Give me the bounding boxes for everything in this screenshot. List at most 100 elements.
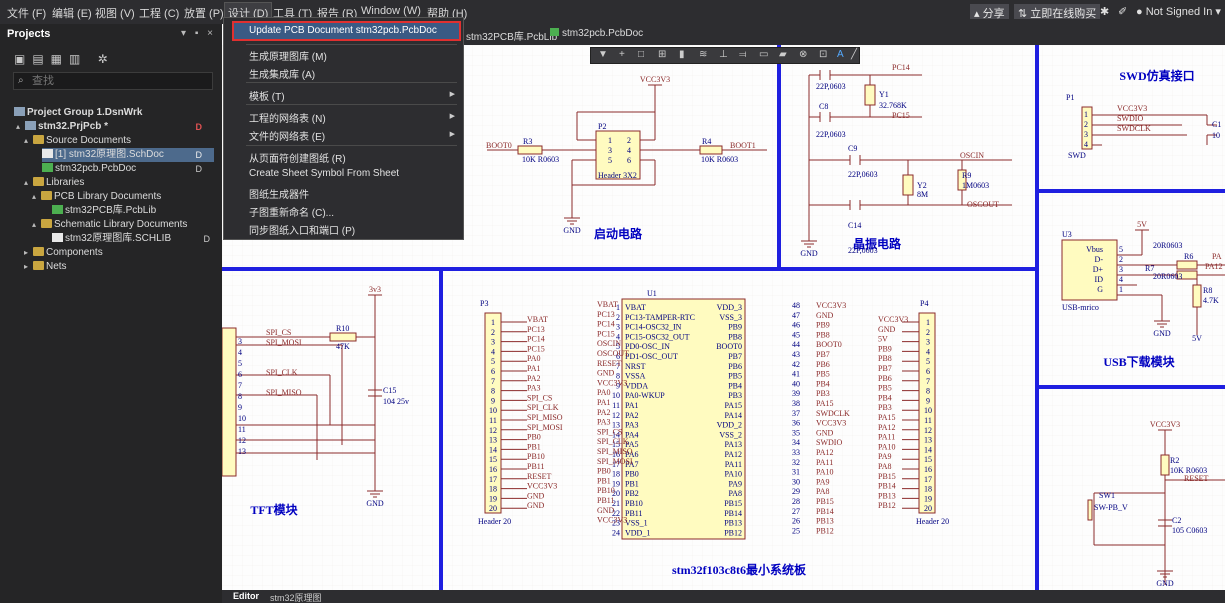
expand-icon[interactable]: ▴: [16, 120, 25, 134]
menu-place[interactable]: 放置 (P): [184, 5, 224, 21]
net-label: SWDCLK: [1117, 124, 1151, 133]
net-label: SPI_CLK: [597, 437, 629, 446]
expand-icon[interactable]: ▴: [32, 218, 41, 232]
pin-number: 46: [792, 321, 800, 330]
mcu-pin-name: PA2: [625, 411, 639, 420]
tree-schlib-docs[interactable]: ▴ Schematic Library Documents: [32, 218, 187, 232]
tree-source-docs[interactable]: ▴ Source Documents: [24, 134, 131, 148]
make-schematic-library-item[interactable]: 生成原理图库 (M): [249, 48, 327, 63]
tab-pcblib[interactable]: stm32PCB库.PcbLib: [466, 28, 557, 43]
pin-number: 48: [792, 301, 800, 310]
no-erc-icon[interactable]: ⊗: [799, 49, 807, 60]
usb-pin-name: D-: [1095, 255, 1104, 264]
create-sheet-symbol-item[interactable]: Create Sheet Symbol From Sheet: [249, 168, 399, 179]
tree-schlib[interactable]: stm32原理图库.SCHLIB D: [52, 232, 214, 246]
tools-icon[interactable]: ✐: [1118, 5, 1127, 18]
make-integrated-library-item[interactable]: 生成集成库 (A): [249, 66, 315, 81]
pin-number: 43: [792, 350, 800, 359]
boot-header-ref: P2: [598, 122, 606, 131]
menu-view[interactable]: 视图 (V): [95, 5, 135, 21]
tab-pcbdoc[interactable]: stm32pcb.PcbDoc: [550, 28, 643, 39]
pin-number: 45: [792, 330, 800, 339]
pin-number: 4: [1084, 140, 1088, 149]
sheet-entry-icon[interactable]: ▰: [779, 49, 787, 60]
expand-icon[interactable]: ▴: [32, 190, 41, 204]
net-label: PB3: [878, 403, 892, 412]
expand-icon[interactable]: ▴: [24, 134, 33, 148]
user-menu[interactable]: ● Not Signed In ▾: [1136, 5, 1221, 18]
net-label: PA9: [816, 477, 830, 486]
cap-value: 10: [1212, 131, 1220, 140]
mcu-pin-name: PA12: [725, 450, 743, 459]
tab-label: stm32pcb.PcbDoc: [562, 28, 644, 39]
usb-name: USB-mrico: [1062, 303, 1099, 312]
tree-schdoc[interactable]: [1] stm32原理图.SchDoc D: [42, 148, 214, 162]
document-netlist-item[interactable]: 文件的网络表 (E): [249, 128, 325, 143]
search-input[interactable]: [32, 74, 207, 88]
pin-number: 18: [612, 470, 620, 479]
port-icon[interactable]: ▭: [759, 49, 768, 60]
pin-number: 12: [612, 411, 620, 420]
menu-file[interactable]: 文件 (F): [7, 5, 46, 21]
tree-components[interactable]: ▸ Components: [24, 246, 103, 260]
tree-project[interactable]: ▴ stm32.PrjPcb * D: [16, 120, 222, 134]
power-icon[interactable]: ⊥: [719, 49, 728, 60]
mcu-pin-name: PB1: [625, 479, 639, 488]
templates-item[interactable]: 模板 (T): [249, 88, 285, 103]
part-icon[interactable]: ▮: [679, 49, 685, 60]
expand-icon[interactable]: ▴: [24, 176, 33, 190]
net-label: PA2: [527, 374, 541, 383]
bus-icon[interactable]: ⫤: [739, 49, 747, 60]
tree-libraries[interactable]: ▴ Libraries: [24, 176, 84, 190]
mcu-pin-name: PA14: [725, 411, 743, 420]
sheet-to-component-item[interactable]: 图纸生成器件: [249, 186, 309, 201]
buy-online-button[interactable]: ⇅ 立即在线购买: [1014, 4, 1101, 20]
tree-pcblib[interactable]: stm32PCB库.PcbLib: [52, 204, 156, 218]
net-label: OSCOUT: [597, 349, 629, 358]
expand-icon[interactable]: ▸: [24, 260, 33, 274]
document-tabs: stm32PCB库.PcbLib stm32pcb.PcbDoc: [464, 24, 1225, 46]
menu-separator: [246, 44, 457, 45]
update-pcb-document-item[interactable]: Update PCB Document stm32pcb.PcbDoc: [249, 25, 437, 36]
search-box[interactable]: ⌕: [13, 72, 213, 90]
pin-number: 24: [612, 528, 620, 537]
expand-icon[interactable]: ▸: [24, 246, 33, 260]
net-label: PB5: [878, 384, 892, 393]
parameter-icon[interactable]: ⊡: [819, 49, 827, 60]
filter-icon[interactable]: ▼: [598, 49, 608, 60]
pin-number: 32: [792, 458, 800, 467]
project-netlist-item[interactable]: 工程的网络表 (N): [249, 110, 326, 125]
share-button[interactable]: ▴ 分享: [970, 4, 1009, 20]
rename-child-sheet-item[interactable]: 子图重新命名 (C)...: [249, 204, 334, 219]
gear-icon[interactable]: ✱: [1100, 5, 1109, 18]
menu-project[interactable]: 工程 (C): [139, 5, 179, 21]
tree-nets[interactable]: ▸ Nets: [24, 260, 67, 274]
tree-pcblib-docs[interactable]: ▴ PCB Library Documents: [32, 190, 161, 204]
menu-edit[interactable]: 编辑 (E): [52, 5, 92, 21]
panel-controls[interactable]: ▾ ▪ ×: [181, 28, 216, 39]
panel-toolbar[interactable]: ▣▤▦▥ ✲: [14, 52, 115, 66]
tab-editor[interactable]: Editor: [233, 591, 259, 601]
tree-pcbdoc[interactable]: stm32pcb.PcbDoc D: [42, 162, 214, 176]
pin-number: 2: [926, 328, 930, 337]
menu-window[interactable]: Window (W): [361, 5, 421, 17]
sync-sheet-entries-item[interactable]: 同步图纸入口和端口 (P): [249, 222, 355, 237]
line-icon[interactable]: ╱: [851, 49, 857, 60]
tree-workspace[interactable]: Project Group 1.DsnWrk: [14, 106, 142, 120]
mcu-pin-name: PA8: [729, 489, 743, 498]
create-sheet-from-symbol-item[interactable]: 从页面符创建图纸 (R): [249, 150, 346, 165]
cap-value: 22P,0603: [848, 170, 878, 179]
add-icon[interactable]: +: [619, 49, 625, 60]
mcu-ref: U1: [647, 289, 657, 298]
net-label: PA9: [878, 452, 892, 461]
pin-number: 2: [616, 313, 620, 322]
select-icon[interactable]: □: [638, 49, 644, 60]
tab-schematic[interactable]: stm32原理图: [270, 591, 322, 604]
pin-number: 3: [491, 338, 495, 347]
pin-number: 10: [924, 406, 932, 415]
net-label-icon[interactable]: ≋: [699, 49, 707, 60]
text-icon[interactable]: A: [837, 49, 844, 60]
doc-modified-icon: D: [195, 150, 203, 160]
crystal-value: 8M: [917, 190, 928, 199]
align-icon[interactable]: ⊞: [658, 49, 666, 60]
